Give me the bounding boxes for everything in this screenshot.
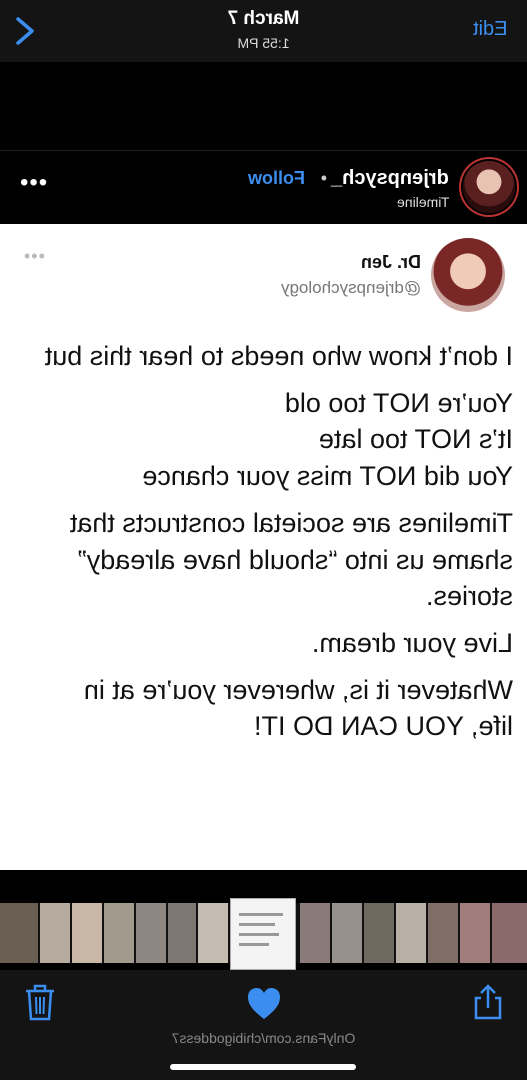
post-subtitle: Timeline	[396, 194, 449, 210]
thumbnail[interactable]	[300, 903, 330, 963]
tweet-author-name: Dr. Jen	[360, 252, 421, 272]
thumbnail[interactable]	[492, 903, 527, 963]
tweet-author-handle: @drjenpsychology	[280, 278, 421, 297]
tweet-avatar	[431, 238, 505, 312]
photo-date: March 7	[227, 8, 300, 29]
tweet-more-icon: •••	[24, 246, 46, 266]
thumbnail[interactable]	[168, 903, 196, 963]
thumbnail[interactable]	[364, 903, 394, 963]
thumbnail-text-line	[239, 913, 283, 916]
tweet-paragraph: Live your dream.	[311, 628, 513, 659]
thumbnail-text-line	[239, 923, 275, 926]
thumbnail[interactable]	[40, 903, 70, 963]
share-icon[interactable]	[470, 982, 506, 1022]
more-options-icon[interactable]: •••	[20, 169, 48, 197]
heart-icon[interactable]	[246, 984, 282, 1024]
tweet-paragraph: I don’t know who needs to hear this but	[44, 341, 513, 371]
tweet-card: Dr. Jen @drjenpsychology ••• I don’t kno…	[0, 224, 527, 870]
follow-button[interactable]: Follow	[248, 168, 305, 189]
username[interactable]: drjenpsych_	[331, 167, 449, 190]
edit-button[interactable]: Edit	[473, 18, 507, 41]
separator-dot: •	[320, 168, 327, 188]
thumbnail[interactable]	[104, 903, 134, 963]
thumbnail[interactable]	[72, 903, 102, 963]
thumbnail[interactable]	[332, 903, 362, 963]
tweet-body: I don’t know who needs to hear this but …	[42, 338, 513, 755]
thumbnail-text-line	[239, 933, 279, 936]
thumbnail[interactable]	[428, 903, 458, 963]
photos-nav-bar: March 7 1:55 PM Edit	[0, 0, 527, 62]
thumbnail-text-line	[239, 943, 269, 946]
profile-avatar[interactable]	[463, 161, 515, 213]
tweet-paragraph: You’re NOT too old It’s NOT too late You…	[142, 387, 513, 492]
tweet-paragraph: Whatever it is, wherever you’re at in li…	[83, 674, 513, 742]
trash-icon[interactable]	[22, 982, 58, 1022]
instagram-post-header: drjenpsych_ Timeline • Follow •••	[0, 150, 527, 223]
thumbnail[interactable]	[136, 903, 166, 963]
home-indicator[interactable]	[170, 1064, 356, 1070]
thumbnail[interactable]	[0, 903, 38, 963]
thumbnail[interactable]	[396, 903, 426, 963]
thumbnail[interactable]	[460, 903, 490, 963]
selected-thumbnail[interactable]	[230, 898, 296, 970]
tweet-paragraph: Timelines are societal constructs that s…	[69, 507, 513, 612]
watermark-text: OnlyFans.com/chibigoddess7	[171, 1030, 356, 1046]
photo-time: 1:55 PM	[237, 35, 290, 51]
thumbnail[interactable]	[198, 903, 228, 963]
